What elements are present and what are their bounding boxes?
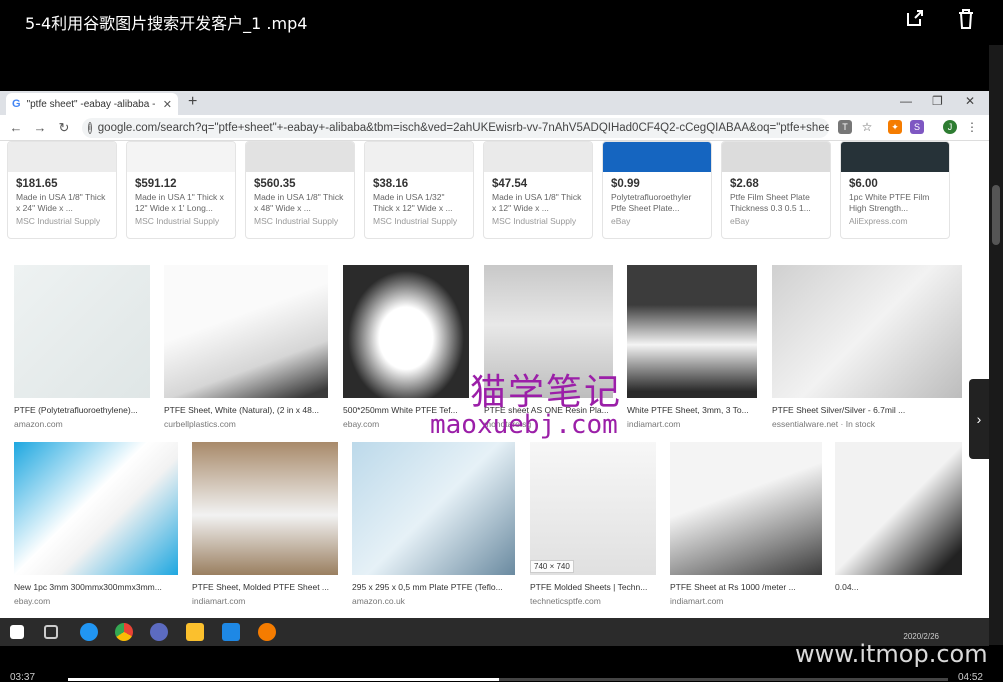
window-close-button[interactable]: ✕: [965, 94, 975, 108]
image-result[interactable]: PTFE Sheet, Molded PTFE Sheet ... indiam…: [192, 442, 338, 606]
extension-s-icon[interactable]: S: [910, 120, 924, 134]
extension-icon[interactable]: ✦: [888, 120, 902, 134]
folder-icon[interactable]: [186, 623, 204, 641]
app-icon[interactable]: [150, 623, 168, 641]
total-time: 04:52: [957, 672, 983, 682]
image-result[interactable]: 500*250mm White PTFE Tef... ebay.com: [343, 265, 469, 429]
menu-icon[interactable]: ⋮: [965, 120, 979, 134]
seek-progress: [68, 678, 500, 681]
back-button[interactable]: ←: [4, 120, 28, 135]
trash-icon[interactable]: [956, 8, 978, 30]
minimize-button[interactable]: —: [900, 94, 912, 108]
seek-bar[interactable]: [68, 678, 948, 681]
url-text: google.com/search?q="ptfe+sheet"+-eabay+…: [97, 122, 829, 134]
shopping-card[interactable]: $6.00 1pc White PTFE Film High Strength.…: [840, 141, 950, 239]
image-dimensions-tooltip: 740 × 740: [530, 560, 574, 573]
image-result[interactable]: 0.04...: [835, 442, 962, 596]
image-result[interactable]: PTFE (Polytetrafluoroethylene)... amazon…: [14, 265, 150, 429]
image-result[interactable]: White PTFE Sheet, 3mm, 3 To... indiamart…: [627, 265, 757, 429]
image-result[interactable]: 295 x 295 x 0,5 mm Plate PTFE (Teflo... …: [352, 442, 515, 606]
share-icon[interactable]: [905, 8, 927, 30]
address-bar[interactable]: i google.com/search?q="ptfe+sheet"+-eaba…: [82, 118, 829, 138]
windows-start-icon[interactable]: [10, 625, 24, 639]
watermark-cn: 猫学笔记: [470, 372, 623, 413]
shopping-card[interactable]: $0.99 Polytetrafluoroethyler Ptfe Sheet …: [602, 141, 712, 239]
image-result[interactable]: New 1pc 3mm 300mmx300mmx3mm... ebay.com: [14, 442, 178, 606]
new-tab-button[interactable]: +: [188, 93, 197, 111]
chrome-icon[interactable]: [115, 623, 133, 641]
playlist-scrollbar[interactable]: [989, 45, 1003, 645]
reload-button[interactable]: ↻: [52, 120, 76, 136]
browser-toolbar: ← → ↻ i google.com/search?q="ptfe+sheet"…: [0, 115, 989, 141]
maximize-button[interactable]: ❐: [932, 94, 943, 108]
shopping-card[interactable]: $591.12 Made in USA 1" Thick x 12" Wide …: [126, 141, 236, 239]
image-result[interactable]: PTFE Molded Sheets | Techn... technetics…: [530, 442, 656, 606]
video-title: 5-4利用谷歌图片搜索开发客户_1 .mp4: [25, 14, 308, 33]
shopping-card[interactable]: $2.68 Ptfe Film Sheet Plate Thickness 0.…: [721, 141, 831, 239]
translate-icon[interactable]: T: [838, 120, 852, 134]
next-page-arrow[interactable]: ›: [969, 379, 989, 459]
browser-tabstrip: G "ptfe sheet" -eabay -alibaba - ✕ + — ❐…: [0, 91, 989, 115]
tab-close-icon[interactable]: ✕: [163, 98, 172, 111]
shopping-card[interactable]: $38.16 Made in USA 1/32" Thick x 12" Wid…: [364, 141, 474, 239]
word-icon[interactable]: [222, 623, 240, 641]
app-icon[interactable]: [80, 623, 98, 641]
shopping-card[interactable]: $560.35 Made in USA 1/8" Thick x 48" Wid…: [245, 141, 355, 239]
image-result[interactable]: PTFE Sheet Silver/Silver - 6.7mil ... es…: [772, 265, 962, 429]
image-result[interactable]: PTFE Sheet, White (Natural), (2 in x 48.…: [164, 265, 328, 429]
browser-tab[interactable]: G "ptfe sheet" -eabay -alibaba - ✕: [6, 93, 178, 115]
site-watermark: www.itmop.com: [795, 640, 988, 668]
video-player: 5-4利用谷歌图片搜索开发客户_1 .mp4 G "ptfe sheet" -e…: [0, 0, 1003, 682]
tab-title: "ptfe sheet" -eabay -alibaba -: [26, 98, 156, 110]
forward-button[interactable]: →: [28, 120, 52, 135]
watermark-url: maoxuebj.com: [430, 410, 618, 440]
task-view-icon[interactable]: [44, 625, 58, 639]
shopping-card[interactable]: $181.65 Made in USA 1/8" Thick x 24" Wid…: [7, 141, 117, 239]
app-icon[interactable]: [258, 623, 276, 641]
profile-avatar[interactable]: J: [943, 120, 957, 134]
current-time: 03:37: [10, 672, 36, 682]
info-icon[interactable]: i: [88, 122, 92, 134]
bookmark-star-icon[interactable]: ☆: [860, 120, 874, 134]
google-icon: G: [12, 98, 21, 110]
shopping-card[interactable]: $47.54 Made in USA 1/8" Thick x 12" Wide…: [483, 141, 593, 239]
image-result[interactable]: PTFE Sheet at Rs 1000 /meter ... indiama…: [670, 442, 822, 606]
